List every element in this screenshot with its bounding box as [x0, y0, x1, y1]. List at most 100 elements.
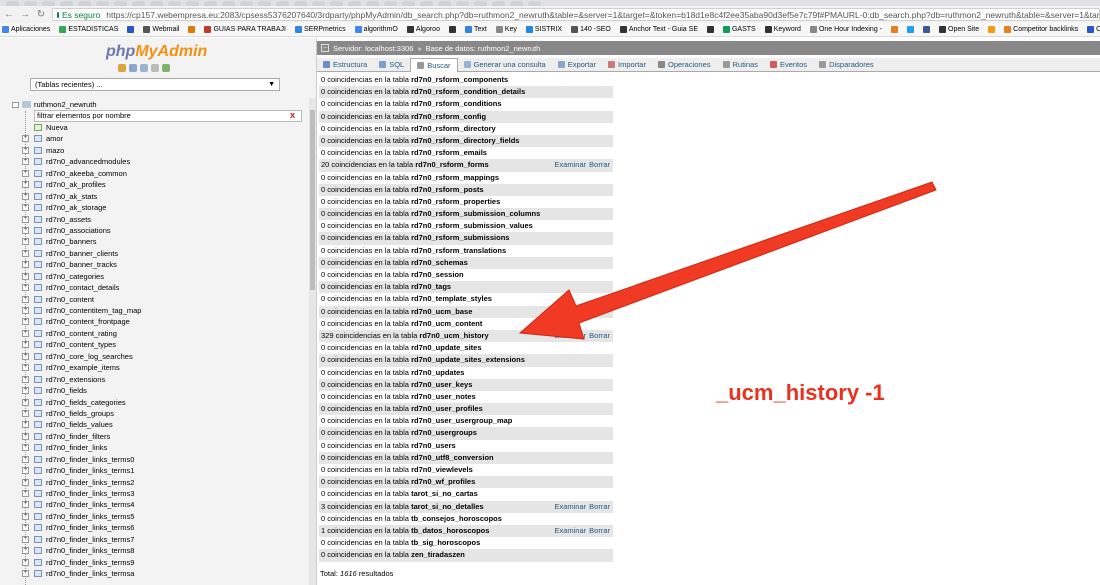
expand-icon[interactable]: + [22, 501, 29, 509]
borrar-link[interactable]: Borrar [589, 160, 610, 169]
tree-item-table[interactable]: + rd7n0_ak_stats [8, 191, 306, 202]
tree-item-table[interactable]: + amor [8, 133, 306, 144]
tree-item-table[interactable]: + rd7n0_example_items [8, 362, 306, 373]
tree-item-table[interactable]: + rd7n0_content_frontpage [8, 316, 306, 327]
collapse-icon[interactable] [12, 102, 19, 108]
expand-icon[interactable]: + [22, 375, 29, 383]
reload-nav-icon[interactable] [162, 64, 170, 72]
expand-icon[interactable]: + [22, 295, 29, 303]
tree-item-table[interactable]: + rd7n0_finder_links_terms3 [8, 488, 306, 499]
tree-item-table[interactable]: + rd7n0_content [8, 294, 306, 305]
phpmyadmin-logo[interactable]: phpMyAdmin [106, 43, 207, 61]
filter-tables-input[interactable]: filtrar elementos por nombre X [34, 110, 302, 122]
borrar-link[interactable]: Borrar [589, 502, 610, 511]
tab-rutinas[interactable]: Rutinas [717, 58, 764, 72]
expand-icon[interactable]: + [22, 169, 29, 177]
reload-icon[interactable]: ↻ [36, 9, 46, 20]
tab-exportar[interactable]: Exportar [552, 58, 602, 72]
expand-icon[interactable]: + [22, 409, 29, 417]
tree-item-table[interactable]: + rd7n0_banner_tracks [8, 259, 306, 270]
bookmark-item[interactable]: Open Site [939, 26, 979, 33]
tree-item-table[interactable]: + rd7n0_finder_filters [8, 431, 306, 442]
tree-item-table[interactable]: + rd7n0_banners [8, 236, 306, 247]
tab-sql[interactable]: SQL [373, 58, 410, 72]
tree-item-table[interactable]: + rd7n0_banner_clients [8, 248, 306, 259]
tab-importar[interactable]: Importar [602, 58, 652, 72]
tree-item-table[interactable]: + rd7n0_fields [8, 385, 306, 396]
tree-item-table[interactable]: + rd7n0_finder_links [8, 442, 306, 453]
tree-item-nueva[interactable]: Nueva [8, 122, 306, 133]
tree-item-table[interactable]: + rd7n0_fields_categories [8, 397, 306, 408]
tree-item-table[interactable]: + rd7n0_assets [8, 214, 306, 225]
expand-icon[interactable]: + [22, 238, 29, 246]
bookmark-item[interactable]: Keyword [764, 26, 801, 33]
expand-icon[interactable]: + [22, 261, 29, 269]
tree-item-table[interactable]: + rd7n0_content_rating [8, 328, 306, 339]
expand-icon[interactable]: + [22, 547, 29, 555]
expand-icon[interactable]: + [22, 284, 29, 292]
expand-icon[interactable]: + [22, 215, 29, 223]
bookmark-item[interactable]: SISTRIX [525, 26, 562, 33]
expand-icon[interactable]: + [22, 181, 29, 189]
expand-icon[interactable]: + [22, 341, 29, 349]
recent-tables-select[interactable]: (Tablas recientes) ... ▼ [30, 78, 280, 91]
docs-icon[interactable] [140, 64, 148, 72]
nav-scrollbar-thumb[interactable] [310, 110, 315, 290]
expand-icon[interactable]: + [22, 524, 29, 532]
settings-icon[interactable] [151, 64, 159, 72]
expand-icon[interactable]: + [22, 204, 29, 212]
borrar-link[interactable]: Borrar [589, 526, 610, 535]
expand-icon[interactable]: + [22, 455, 29, 463]
examinar-link[interactable]: Examinar [554, 502, 586, 511]
tree-item-table[interactable]: + rd7n0_finder_links_terms7 [8, 534, 306, 545]
expand-icon[interactable]: + [22, 272, 29, 280]
bookmark-item[interactable] [188, 26, 196, 33]
tab-buscar[interactable]: Buscar [410, 57, 458, 72]
tab-eventos[interactable]: Eventos [764, 58, 813, 72]
tree-item-table[interactable]: + rd7n0_finder_links_terms6 [8, 522, 306, 533]
tree-item-table[interactable]: + rd7n0_content_types [8, 339, 306, 350]
expand-icon[interactable]: + [22, 307, 29, 314]
tree-item-table[interactable]: + rd7n0_finder_links_terms2 [8, 477, 306, 488]
expand-icon[interactable]: + [22, 226, 29, 234]
expand-icon[interactable]: + [22, 535, 29, 543]
tree-item-table[interactable]: + rd7n0_akeeba_common [8, 168, 306, 179]
tree-item-table[interactable]: + rd7n0_contentitem_tag_map [8, 305, 306, 316]
tree-item-table[interactable]: + rd7n0_associations [8, 225, 306, 236]
bookmark-item[interactable]: SERPmetrics [294, 26, 346, 33]
expand-icon[interactable]: + [22, 512, 29, 520]
bookmark-item[interactable]: One Hour Indexing - [809, 26, 882, 33]
bookmark-item[interactable]: GASTS [722, 26, 756, 33]
tree-item-table[interactable]: + rd7n0_contact_details [8, 282, 306, 293]
expand-icon[interactable]: + [22, 432, 29, 440]
bookmark-item[interactable]: GUIAS PARA TRABAJI [204, 26, 286, 33]
tab-operaciones[interactable]: Operaciones [652, 58, 717, 72]
bookmark-item[interactable] [448, 26, 456, 33]
clear-filter-button[interactable]: X [290, 111, 295, 121]
expand-icon[interactable]: + [22, 444, 29, 452]
expand-icon[interactable]: + [22, 318, 29, 326]
examinar-link[interactable]: Examinar [554, 331, 586, 340]
expand-icon[interactable]: + [22, 421, 29, 429]
expand-icon[interactable]: + [22, 398, 29, 406]
bookmark-item[interactable] [988, 26, 996, 33]
expand-icon[interactable]: + [22, 158, 29, 166]
bookmark-item[interactable]: algorithmO [354, 26, 398, 33]
expand-icon[interactable]: + [22, 570, 29, 578]
examinar-link[interactable]: Examinar [554, 526, 586, 535]
database-breadcrumb[interactable]: Base de datos: ruthmon2_newruth [426, 44, 541, 53]
tree-item-table[interactable]: + rd7n0_finder_links_terms4 [8, 499, 306, 510]
tree-item-table[interactable]: + rd7n0_finder_links_terms8 [8, 545, 306, 556]
bookmark-item[interactable]: Webmail [143, 26, 179, 33]
expand-icon[interactable]: + [22, 490, 29, 497]
bookmark-item[interactable] [923, 26, 930, 33]
bookmark-item[interactable]: Text [464, 26, 487, 33]
expand-icon[interactable]: + [22, 364, 29, 372]
url-field[interactable]: Es seguro https://cp157.webempresa.eu:20… [52, 8, 1100, 21]
bookmark-item[interactable] [127, 26, 135, 33]
tab-generar-una-consulta[interactable]: Generar una consulta [458, 58, 552, 72]
tree-item-table[interactable]: + rd7n0_advancedmodules [8, 156, 306, 167]
tree-item-table[interactable]: + rd7n0_core_log_searches [8, 351, 306, 362]
forward-icon[interactable]: → [20, 9, 30, 20]
expand-icon[interactable]: + [22, 146, 29, 154]
